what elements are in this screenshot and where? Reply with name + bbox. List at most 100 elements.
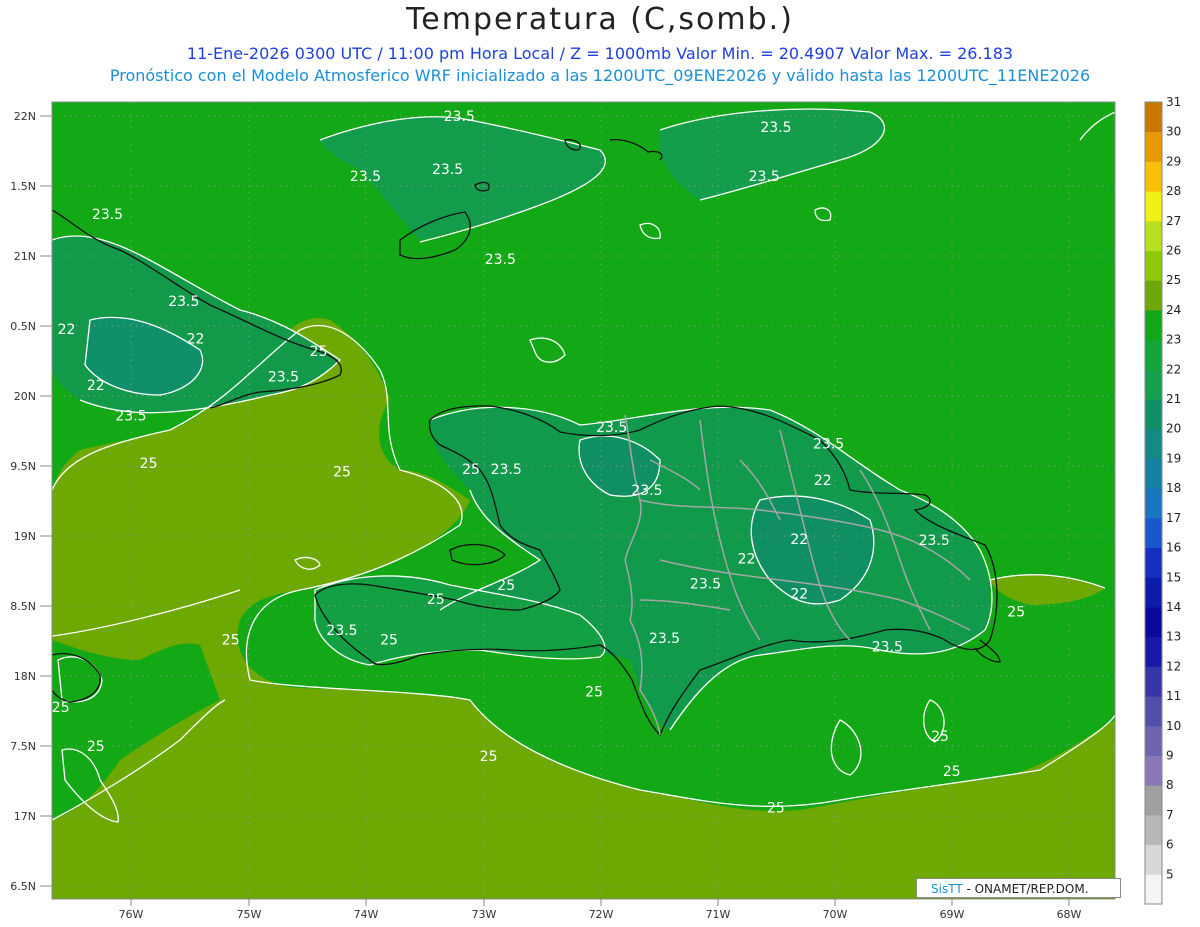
contour-label: 25: [333, 465, 351, 481]
colorbar-label: 30: [1166, 125, 1181, 139]
lon-tick-label: 76W: [119, 908, 144, 921]
colorbar-label: 12: [1166, 659, 1181, 673]
colorbar-swatch: [1145, 696, 1162, 727]
colorbar-label: 9: [1166, 749, 1174, 763]
lat-tick-label: 9.5N: [10, 460, 36, 473]
lat-tick-label: 6.5N: [10, 880, 36, 893]
contour-label: 23.5: [649, 631, 680, 647]
contour-label: 23.5: [268, 369, 299, 385]
colorbar-swatch: [1145, 577, 1162, 608]
contour-label: 23.5: [350, 169, 381, 185]
contour-label: 23.5: [596, 420, 627, 436]
contour-label: 25: [480, 749, 498, 765]
contour-label: 22: [790, 532, 808, 548]
colorbar-swatch: [1145, 399, 1162, 430]
contour-label: 23.5: [760, 120, 791, 136]
contour-label: 23.5: [491, 462, 522, 478]
latitude-axis: 22N 1.5N 21N 0.5N 20N 9.5N 19N 8.5N 18N …: [10, 110, 52, 893]
lat-tick-label: 1.5N: [10, 180, 36, 193]
colorbar-label: 24: [1166, 303, 1181, 317]
colorbar-swatch: [1145, 874, 1162, 905]
lon-tick-label: 71W: [706, 908, 731, 921]
lat-tick-label: 20N: [14, 390, 36, 403]
colorbar-swatch: [1145, 755, 1162, 786]
colorbar-swatch: [1145, 428, 1162, 459]
lon-tick-label: 70W: [823, 908, 848, 921]
lat-tick-label: 22N: [14, 110, 36, 123]
contour-label: 25: [462, 462, 480, 478]
colorbar-label: 23: [1166, 333, 1181, 347]
colorbar-label: 25: [1166, 273, 1181, 287]
colorbar-swatch: [1145, 131, 1162, 162]
colorbar-swatch: [1145, 844, 1162, 875]
contour-label: 22: [814, 473, 832, 489]
lon-tick-label: 74W: [354, 908, 379, 921]
contour-label: 23.5: [92, 207, 123, 223]
colorbar-label: 31: [1166, 95, 1181, 109]
contour-label: 25: [87, 739, 105, 755]
contour-label: 23.5: [168, 294, 199, 310]
colorbar-label: 17: [1166, 511, 1181, 525]
lon-tick-label: 75W: [237, 908, 262, 921]
sistt-logo-text: SisTT: [931, 882, 963, 896]
colorbar-swatch: [1145, 725, 1162, 756]
colorbar-label: 15: [1166, 570, 1181, 584]
colorbar-label: 8: [1166, 778, 1174, 792]
colorbar-swatch: [1145, 517, 1162, 549]
contour-label: 25: [943, 764, 961, 780]
credit-box: SisTT - ONAMET/REP.DOM.: [916, 878, 1121, 898]
colorbar-swatch: [1145, 250, 1162, 281]
colorbar-label: 28: [1166, 184, 1181, 198]
colorbar-swatch: [1145, 280, 1162, 311]
contour-label: 25: [140, 456, 158, 472]
temperature-colorbar: 5 6 7 8 9 10 11 12 13 14 15 16 17 18 19 20 21 22 23 24 25 26 2…: [1144, 95, 1181, 905]
colorbar-label: 13: [1166, 630, 1181, 644]
colorbar-swatch: [1145, 606, 1162, 638]
contour-label: 25: [585, 684, 603, 700]
contour-label: 25: [497, 578, 515, 594]
contour-label: 25: [931, 729, 949, 745]
contour-label: 23.5: [326, 623, 357, 639]
contour-label: 23.5: [919, 533, 950, 549]
contour-label: 23.5: [115, 409, 146, 425]
contour-label: 25: [427, 592, 445, 608]
contour-label: 25: [380, 633, 398, 649]
colorbar-label: 10: [1166, 719, 1181, 733]
lon-tick-label: 68W: [1057, 908, 1082, 921]
lat-tick-label: 7.5N: [10, 740, 36, 753]
contour-label: 23.5: [690, 577, 721, 593]
colorbar-label: 14: [1166, 600, 1181, 614]
colorbar-swatch: [1145, 339, 1162, 370]
lon-tick-label: 69W: [940, 908, 965, 921]
contour-label: 23.5: [485, 252, 516, 268]
colorbar-label: 26: [1166, 244, 1181, 258]
colorbar-swatch: [1145, 309, 1162, 341]
colorbar-label: 6: [1166, 838, 1174, 852]
colorbar-label: 7: [1166, 808, 1174, 822]
contour-label: 22: [58, 322, 76, 338]
colorbar-label: 29: [1166, 154, 1181, 168]
contour-label: 25: [222, 633, 240, 649]
lat-tick-label: 0.5N: [10, 320, 36, 333]
lon-tick-label: 72W: [589, 908, 614, 921]
contour-label: 23.5: [813, 437, 844, 453]
colorbar-swatch: [1145, 369, 1162, 400]
colorbar-swatch: [1145, 220, 1162, 252]
colorbar-label: 21: [1166, 392, 1181, 406]
contour-label: 25: [310, 344, 328, 360]
colorbar-swatch: [1145, 785, 1162, 816]
contour-label: 22: [87, 378, 105, 394]
contour-label: 23.5: [872, 640, 903, 656]
credit-text: - ONAMET/REP.DOM.: [962, 882, 1089, 896]
contour-label: 25: [767, 801, 785, 817]
lat-tick-label: 19N: [14, 530, 36, 543]
colorbar-swatch: [1145, 102, 1162, 133]
colorbar-label: 20: [1166, 422, 1181, 436]
colorbar-label: 22: [1166, 362, 1181, 376]
lat-tick-label: 8.5N: [10, 600, 36, 613]
colorbar-swatch: [1145, 636, 1162, 667]
colorbar-label: 18: [1166, 481, 1181, 495]
colorbar-swatch: [1145, 161, 1162, 192]
colorbar-swatch: [1145, 547, 1162, 578]
lon-tick-label: 73W: [472, 908, 497, 921]
